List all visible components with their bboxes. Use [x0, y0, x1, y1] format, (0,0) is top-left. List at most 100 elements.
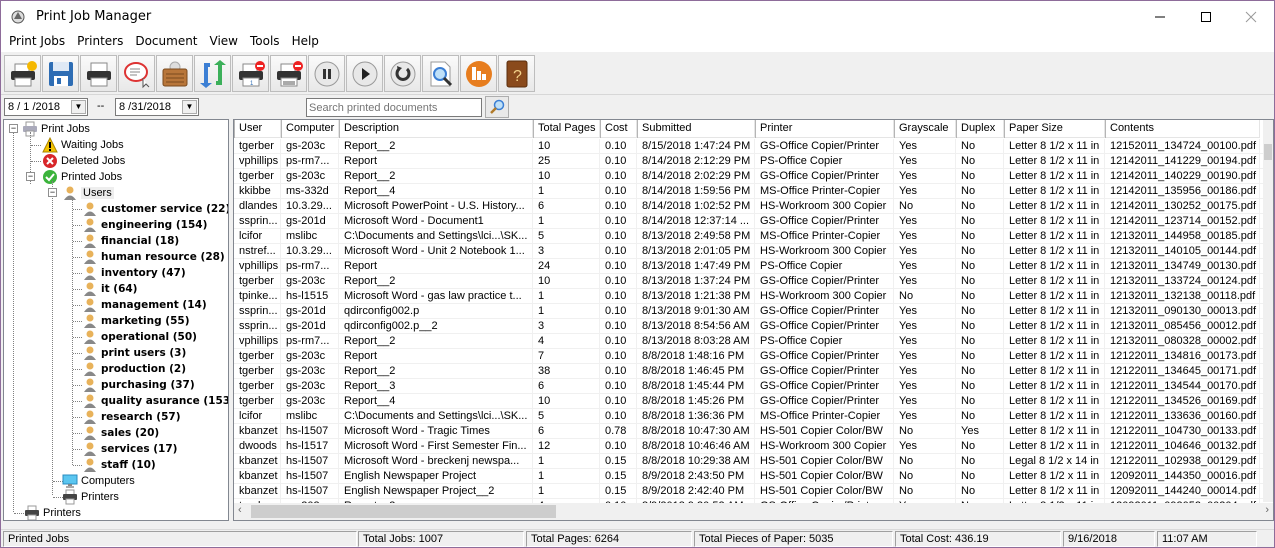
table-row[interactable]: vphillips ps-rm7... Report 25 0.10 8/14/2018 …: [234, 154, 1264, 169]
table-row[interactable]: lcifor mslibc C:\Documents and Settings\lc…: [234, 409, 1264, 424]
tree-node-user-group[interactable]: management (14): [82, 297, 207, 313]
tree-node-user-group[interactable]: inventory (47): [82, 265, 186, 281]
menu-document[interactable]: Document: [129, 32, 203, 52]
table-row[interactable]: ssprin... gs-201d qdirconfig002.p__2 3 0.10 8…: [234, 319, 1264, 334]
menu-help[interactable]: Help: [286, 32, 325, 52]
scroll-right-icon[interactable]: ›: [1265, 504, 1269, 516]
column-header-contents[interactable]: Contents: [1105, 120, 1260, 138]
table-row[interactable]: tpinke... hs-l1515 Microsoft Word - gas la…: [234, 289, 1264, 304]
report-button[interactable]: [460, 55, 497, 92]
tree-node-printers[interactable]: Printers: [24, 505, 81, 520]
horizontal-scrollbar[interactable]: ‹ ›: [234, 503, 1273, 520]
table-row[interactable]: nstref... 10.3.29... Microsoft Word - Unit…: [234, 244, 1264, 259]
column-header-paper-size[interactable]: Paper Size: [1004, 120, 1105, 138]
table-row[interactable]: kkibbe ms-332d Report__4 1 0.10 8/14/2018 1:5…: [234, 184, 1264, 199]
date-from-picker[interactable]: 8 / 1 /2018 ▼: [4, 98, 88, 116]
tree-node-user-group[interactable]: financial (18): [82, 233, 179, 249]
tree-node-user-group[interactable]: research (57): [82, 409, 181, 425]
table-row[interactable]: dwoods hs-l1517 Microsoft Word - First Sem…: [234, 439, 1264, 454]
restart-button[interactable]: [384, 55, 421, 92]
refresh-button[interactable]: [194, 55, 231, 92]
add-printer-button[interactable]: [4, 55, 41, 92]
scroll-left-icon[interactable]: ‹: [238, 504, 242, 516]
table-row[interactable]: tgerber gs-203c Report__2 10 0.10 8/14/2018 2…: [234, 169, 1264, 184]
column-header-duplex[interactable]: Duplex: [956, 120, 1004, 138]
menu-view[interactable]: View: [204, 32, 244, 52]
tree-node-user-group[interactable]: staff (10): [82, 457, 156, 473]
table-row[interactable]: tgerber gs-203c Report__3 6 0.10 8/8/2018 1:4…: [234, 379, 1264, 394]
column-header-cost[interactable]: Cost: [600, 120, 637, 138]
tree-node-printed-jobs[interactable]: Printed Jobs: [42, 169, 122, 185]
tree-node-user-group[interactable]: sales (20): [82, 425, 159, 441]
table-row[interactable]: tgerber gs-203c Report__2 38 0.10 8/8/2018 1:…: [234, 364, 1264, 379]
pause-button[interactable]: [308, 55, 345, 92]
table-row[interactable]: ssprin... gs-201d Microsoft Word - Documen…: [234, 214, 1264, 229]
comment-button[interactable]: [118, 55, 155, 92]
print-button[interactable]: [80, 55, 117, 92]
collapse-toggle[interactable]: −: [9, 124, 18, 133]
tree-node-user-group[interactable]: quality asurance (153): [82, 393, 228, 409]
table-row[interactable]: kbanzet hs-l1507 Microsoft Word - breckenj…: [234, 454, 1264, 469]
search-button[interactable]: [485, 96, 509, 118]
chevron-down-icon[interactable]: ▼: [182, 100, 197, 114]
column-header-submitted[interactable]: Submitted: [637, 120, 755, 138]
tree-node-computers[interactable]: Computers: [62, 473, 135, 489]
table-row[interactable]: kbanzet hs-l1507 Microsoft Word - Tragic T…: [234, 424, 1264, 439]
table-row[interactable]: ssprin... gs-201d qdirconfig002.p 1 0.10 8/13…: [234, 304, 1264, 319]
table-row[interactable]: vphillips ps-rm7... Report__2 4 0.10 8/13/201…: [234, 334, 1264, 349]
vertical-scroll-thumb[interactable]: [1264, 144, 1272, 160]
settings-box-button[interactable]: [156, 55, 193, 92]
vertical-scrollbar[interactable]: [1263, 120, 1273, 502]
table-row[interactable]: tgerber gs-203c Report__4 10 0.10 8/8/2018 1:…: [234, 394, 1264, 409]
table-row[interactable]: kbanzet hs-l1507 English Newspaper Project…: [234, 484, 1264, 499]
column-header-description[interactable]: Description: [339, 120, 533, 138]
table-row[interactable]: vphillips ps-rm7... Report 24 0.10 8/13/2018 …: [234, 259, 1264, 274]
tree-node-user-group[interactable]: services (17): [82, 441, 177, 457]
search-input[interactable]: [306, 98, 482, 117]
table-row[interactable]: tgerber gs-203c Report 7 0.10 8/8/2018 1:48:1…: [234, 349, 1264, 364]
help-button[interactable]: ?: [498, 55, 535, 92]
tree-node-user-group[interactable]: marketing (55): [82, 313, 190, 329]
collapse-toggle[interactable]: −: [26, 172, 35, 181]
chevron-down-icon[interactable]: ▼: [71, 100, 86, 114]
tree-node-users[interactable]: Users: [62, 185, 114, 201]
tree-node-user-group[interactable]: production (2): [82, 361, 186, 377]
column-header-user[interactable]: User: [234, 120, 281, 138]
tree-node-user-group[interactable]: engineering (154): [82, 217, 207, 233]
save-button[interactable]: [42, 55, 79, 92]
delete-job-button[interactable]: 1: [232, 55, 269, 92]
date-to-picker[interactable]: 8 /31/2018 ▼: [115, 98, 199, 116]
menu-tools[interactable]: Tools: [244, 32, 286, 52]
tree-node-printers-sub[interactable]: Printers: [62, 489, 119, 505]
resume-button[interactable]: [346, 55, 383, 92]
menu-printers[interactable]: Printers: [71, 32, 129, 52]
minimize-button[interactable]: [1137, 1, 1183, 32]
tree-node-user-group[interactable]: purchasing (37): [82, 377, 195, 393]
table-row[interactable]: tgerber gs-203c Report__2 10 0.10 8/15/2018 1…: [234, 139, 1264, 154]
column-header-computer[interactable]: Computer: [281, 120, 339, 138]
delete-all-jobs-button[interactable]: [270, 55, 307, 92]
preview-button[interactable]: [422, 55, 459, 92]
table-row[interactable]: kbanzet hs-l1507 English Newspaper Project…: [234, 469, 1264, 484]
close-button[interactable]: [1228, 1, 1274, 32]
column-header-total-pages[interactable]: Total Pages: [533, 120, 600, 138]
tree-node-user-group[interactable]: operational (50): [82, 329, 197, 345]
tree-node-user-group[interactable]: print users (3): [82, 345, 186, 361]
column-header-grayscale[interactable]: Grayscale: [894, 120, 956, 138]
cell-duplex: No: [956, 379, 1004, 394]
horizontal-scroll-thumb[interactable]: [251, 505, 556, 518]
table-row[interactable]: lcifor mslibc C:\Documents and Settings\lc…: [234, 229, 1264, 244]
table-row[interactable]: tgerber gs-203c Report__2 10 0.10 8/13/2018 1…: [234, 274, 1264, 289]
tree-node-deleted-jobs[interactable]: Deleted Jobs: [42, 153, 125, 169]
tree-node-user-group[interactable]: human resource (28): [82, 249, 225, 265]
table-row[interactable]: dlandes 10.3.29... Microsoft PowerPoint - …: [234, 199, 1264, 214]
maximize-button[interactable]: [1183, 1, 1229, 32]
cell-computer: hs-l1517: [281, 439, 339, 454]
tree-node-user-group[interactable]: customer service (22): [82, 201, 228, 217]
collapse-toggle[interactable]: −: [48, 188, 57, 197]
menu-print-jobs[interactable]: Print Jobs: [3, 32, 71, 52]
column-header-printer[interactable]: Printer: [755, 120, 894, 138]
tree-node-waiting-jobs[interactable]: Waiting Jobs: [42, 137, 124, 153]
tree-node-user-group[interactable]: it (64): [82, 281, 137, 297]
tree-node-print-jobs[interactable]: Print Jobs: [22, 121, 90, 137]
